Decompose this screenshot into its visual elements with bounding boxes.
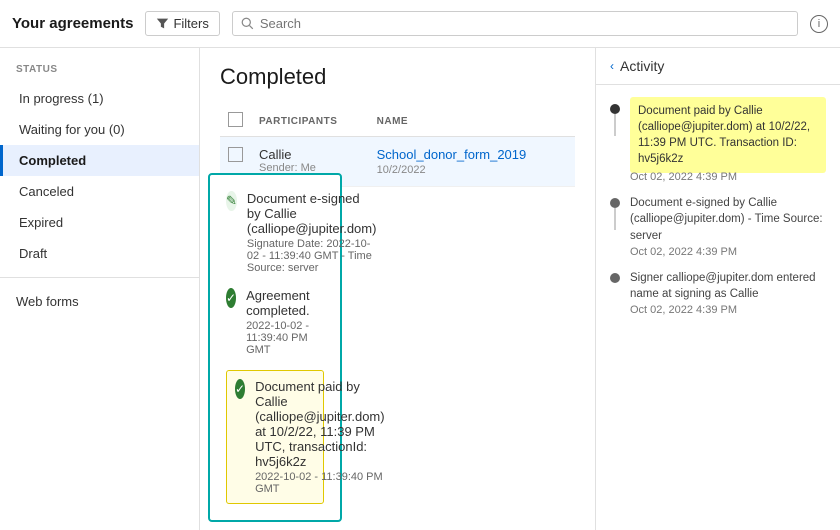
content-title: Completed xyxy=(220,64,575,90)
activity-item[interactable]: Document e-signed by Callie (calliope@ju… xyxy=(596,189,840,263)
activity-dot xyxy=(610,104,620,114)
activity-dot xyxy=(610,198,620,208)
popup-main-text: Document paid by Callie (calliope@jupite… xyxy=(255,379,385,469)
sidebar-item-expired[interactable]: Expired xyxy=(0,207,199,238)
sidebar-item-in-progress[interactable]: In progress (1) xyxy=(0,83,199,114)
sidebar-divider xyxy=(0,277,199,278)
content-area: Completed PARTICIPANTS NAME Callie Sende xyxy=(200,48,595,530)
info-icon[interactable]: i xyxy=(810,15,828,33)
doc-name[interactable]: School_donor_form_2019 xyxy=(377,147,567,162)
search-box xyxy=(232,11,798,36)
activity-list: Document paid by Callie (calliope@jupite… xyxy=(596,85,840,530)
filter-icon xyxy=(156,17,169,30)
activity-date: Oct 02, 2022 4:39 PM xyxy=(630,246,826,258)
sidebar-item-draft[interactable]: Draft xyxy=(0,238,199,269)
row-checkbox[interactable] xyxy=(228,147,243,162)
popup-item: ✓ Agreement completed. 2022-10-02 - 11:3… xyxy=(226,288,324,356)
search-input[interactable] xyxy=(260,16,789,31)
activity-item[interactable]: Signer calliope@jupiter.dom entered name… xyxy=(596,264,840,322)
activity-text: Signer calliope@jupiter.dom entered name… xyxy=(630,270,826,302)
activity-text: Document paid by Callie (calliope@jupite… xyxy=(630,97,826,173)
sign-icon: ✎ xyxy=(226,191,237,211)
col-name: NAME xyxy=(369,106,575,137)
popup-main-text: Document e-signed by Callie (calliope@ju… xyxy=(247,191,377,236)
activity-item[interactable]: Document paid by Callie (calliope@jupite… xyxy=(596,95,840,189)
main-layout: STATUS In progress (1) Waiting for you (… xyxy=(0,48,840,530)
activity-dot xyxy=(610,273,620,283)
popup-sub-text: 2022-10-02 - 11:39:40 PM GMT xyxy=(255,471,385,495)
popup-main-text: Agreement completed. xyxy=(246,288,324,318)
sidebar-item-webforms[interactable]: Web forms xyxy=(0,286,199,317)
popup-item: ✓ Document paid by Callie (calliope@jupi… xyxy=(226,370,324,504)
activity-text: Document e-signed by Callie (calliope@ju… xyxy=(630,195,826,243)
sidebar-item-completed[interactable]: Completed xyxy=(0,145,199,176)
popup-item: ✎ Document e-signed by Callie (calliope@… xyxy=(226,191,324,274)
page-title: Your agreements xyxy=(12,15,133,32)
header-checkbox[interactable] xyxy=(228,112,243,127)
check-icon: ✓ xyxy=(226,288,236,308)
participant-name: Callie xyxy=(259,147,361,162)
col-participants: PARTICIPANTS xyxy=(251,106,369,137)
col-checkbox xyxy=(220,106,251,137)
popup-overlay: ✎ Document e-signed by Callie (calliope@… xyxy=(208,173,342,522)
activity-date: Oct 02, 2022 4:39 PM xyxy=(630,304,826,316)
sidebar-item-canceled[interactable]: Canceled xyxy=(0,176,199,207)
activity-back-button[interactable]: ‹ xyxy=(610,59,614,73)
top-bar: Your agreements Filters i xyxy=(0,0,840,48)
activity-header: ‹ Activity xyxy=(596,48,840,85)
popup-sub-text: 2022-10-02 - 11:39:40 PM GMT xyxy=(246,320,324,356)
status-label: STATUS xyxy=(0,60,199,83)
activity-panel: ‹ Activity Document paid by Callie (call… xyxy=(595,48,840,530)
activity-title: Activity xyxy=(620,58,664,74)
sidebar-item-waiting[interactable]: Waiting for you (0) xyxy=(0,114,199,145)
popup-sub-text: Signature Date: 2022-10-02 - 11:39:40 GM… xyxy=(247,238,377,274)
search-icon xyxy=(241,17,254,30)
doc-date: 10/2/2022 xyxy=(377,164,567,176)
sidebar: STATUS In progress (1) Waiting for you (… xyxy=(0,48,200,530)
activity-date: Oct 02, 2022 4:39 PM xyxy=(630,171,826,183)
pay-icon: ✓ xyxy=(235,379,245,399)
filters-button[interactable]: Filters xyxy=(145,11,219,36)
